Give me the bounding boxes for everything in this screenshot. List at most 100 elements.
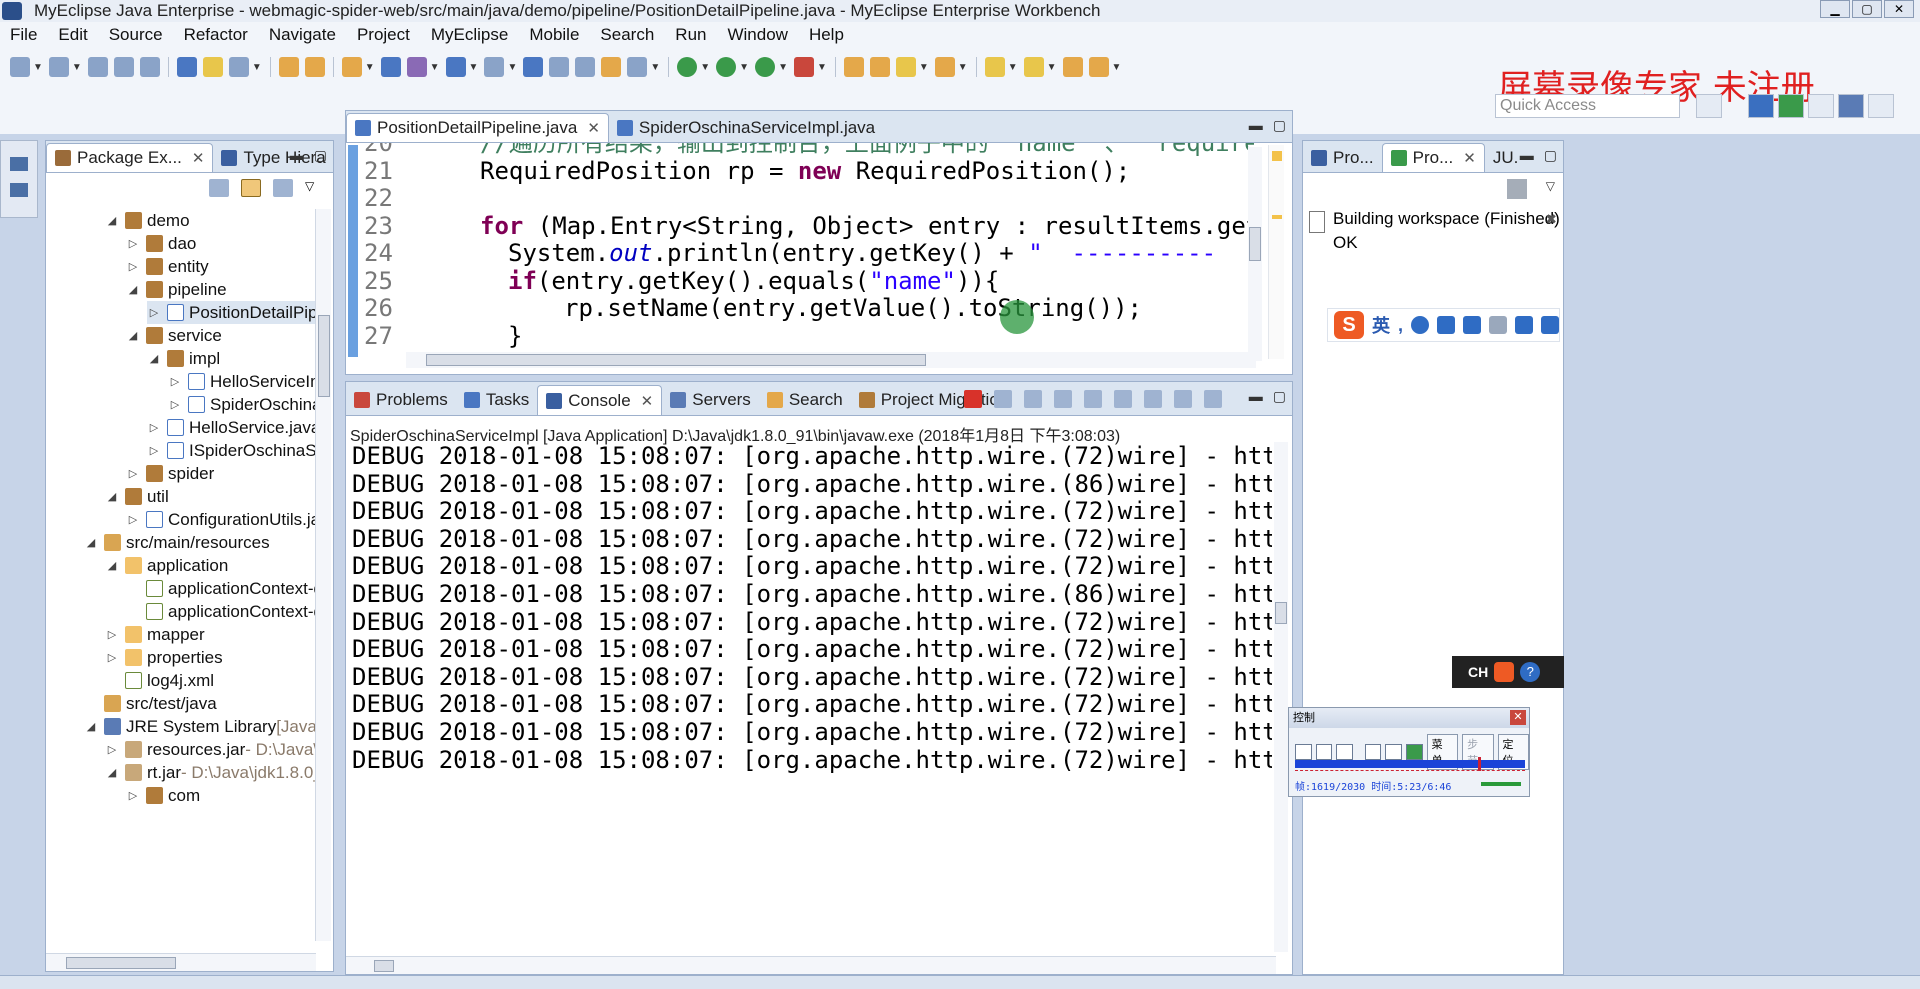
new-project-dropdown-icon[interactable]: ▼ — [72, 62, 82, 73]
expanded-arrow-icon[interactable]: ◢ — [147, 352, 161, 365]
web-service-dropdown-icon[interactable]: ▼ — [430, 62, 440, 73]
tree-item[interactable]: ◢ src/main/resources — [84, 531, 270, 554]
debug-icon[interactable] — [677, 57, 698, 77]
close-icon[interactable]: ✕ — [1463, 149, 1476, 167]
ime-mode-label[interactable]: 英 — [1372, 312, 1390, 338]
quick-access-input[interactable]: Quick Access — [1495, 94, 1680, 118]
menu-run[interactable]: Run — [665, 25, 717, 45]
play-icon[interactable] — [1295, 744, 1312, 760]
tree-item[interactable]: ▷ HelloService.java — [147, 416, 316, 439]
close-icon[interactable]: ✕ — [192, 149, 205, 167]
last-edit-location-icon[interactable] — [1062, 57, 1083, 77]
query-icon[interactable] — [445, 57, 466, 77]
expanded-arrow-icon[interactable]: ◢ — [105, 214, 119, 227]
web-service-icon[interactable] — [406, 57, 427, 77]
collapsed-arrow-icon[interactable]: ▷ — [126, 467, 140, 480]
editor-horizontal-scrollbar[interactable] — [406, 352, 1256, 368]
emoji-icon[interactable] — [1411, 316, 1430, 334]
globe-icon[interactable] — [523, 57, 544, 77]
search-files-icon[interactable] — [934, 57, 955, 77]
volume-slider[interactable] — [1481, 782, 1521, 786]
view-menu-icon[interactable]: ▽ — [305, 179, 325, 197]
collapsed-arrow-icon[interactable]: ▷ — [126, 237, 140, 250]
remove-all-terminated-icon[interactable] — [1024, 390, 1042, 408]
tree-item[interactable]: ▷ SpiderOschinaS — [168, 393, 316, 416]
tab-spider-oschina-service-impl[interactable]: SpiderOschinaServiceImpl.java — [609, 113, 883, 142]
toggle-mark-occurrences-icon[interactable] — [202, 57, 223, 77]
database-dropdown-icon[interactable]: ▼ — [507, 62, 517, 73]
editor-vertical-scrollbar[interactable] — [1248, 147, 1262, 361]
fullscreen-icon[interactable] — [1364, 744, 1382, 760]
tab-tasks[interactable]: Tasks — [456, 385, 537, 415]
microphone-icon[interactable] — [1437, 316, 1456, 334]
open-task-dropdown-icon[interactable]: ▼ — [919, 62, 929, 73]
previous-annotation-dropdown-icon[interactable]: ▼ — [1047, 62, 1057, 73]
coverage-icon[interactable] — [755, 57, 776, 77]
tree-item[interactable]: ◢ util — [105, 485, 169, 508]
query-dropdown-icon[interactable]: ▼ — [469, 62, 479, 73]
recorder-progress-knob[interactable] — [1478, 757, 1482, 771]
tree-item[interactable]: ▷ properties — [105, 646, 223, 669]
maximize-view-icon[interactable]: ▢ — [314, 147, 327, 164]
tab-progress[interactable]: Pro... ✕ — [1381, 143, 1485, 172]
back-dropdown-icon[interactable]: ▼ — [1112, 62, 1122, 73]
scroll-lock-icon[interactable] — [1084, 390, 1102, 408]
tree-item[interactable]: ◢ application — [105, 554, 229, 577]
scrollbar-thumb[interactable] — [426, 354, 926, 366]
deploy-icon[interactable] — [341, 57, 362, 77]
tree-item[interactable]: log4j.xml — [105, 669, 214, 692]
tree-item[interactable]: ◢ rt.jar - D:\Java\jdk1.8.0_91 — [105, 761, 316, 784]
scrollbar-thumb[interactable] — [1275, 602, 1287, 624]
external-tools-icon[interactable] — [793, 57, 814, 77]
menu-file[interactable]: File — [0, 25, 48, 45]
pin-console-icon[interactable] — [1144, 390, 1162, 408]
close-icon[interactable]: ✕ — [587, 119, 600, 137]
expanded-arrow-icon[interactable]: ◢ — [84, 536, 98, 549]
next-icon[interactable] — [1336, 744, 1353, 760]
open-console-icon[interactable] — [1204, 390, 1222, 408]
package-tree-vertical-scrollbar[interactable] — [315, 209, 331, 941]
warning-marker-icon[interactable] — [1272, 151, 1282, 161]
menu-search[interactable]: Search — [590, 25, 665, 45]
tab-search[interactable]: Search — [759, 385, 851, 415]
tree-item[interactable]: ▷ ConfigurationUtils.java — [126, 508, 316, 531]
image-icon[interactable] — [627, 57, 648, 77]
scrollbar-thumb[interactable] — [66, 957, 176, 969]
open-folder-icon[interactable] — [843, 57, 864, 77]
previous-annotation-icon[interactable] — [1023, 57, 1044, 77]
close-window-button[interactable]: ✕ — [1884, 0, 1914, 18]
java-perspective-icon[interactable] — [1748, 94, 1774, 118]
collapsed-arrow-icon[interactable]: ▷ — [126, 789, 140, 802]
terminate-icon[interactable] — [964, 390, 982, 408]
console-horizontal-scrollbar[interactable] — [346, 956, 1276, 974]
scrollbar-thumb[interactable] — [374, 960, 394, 972]
occurrence-marker-icon[interactable] — [1272, 215, 1282, 219]
open-task-icon[interactable] — [895, 57, 916, 77]
menu-project[interactable]: Project — [347, 25, 421, 45]
code-area[interactable]: 20 //遍历所有结果，输出到控制台，上面例子中的 "name" 、 "requ… — [364, 143, 1254, 361]
tree-item[interactable]: ▷ dao — [126, 232, 197, 255]
view-menu-icon[interactable]: ▽ — [1546, 179, 1555, 193]
restore-icon[interactable] — [10, 157, 28, 171]
user-icon[interactable] — [1489, 316, 1508, 334]
menu-window[interactable]: Window — [717, 25, 798, 45]
report-icon[interactable] — [549, 57, 570, 77]
debug-perspective-icon[interactable] — [1778, 94, 1804, 118]
menu-edit[interactable]: Edit — [48, 25, 98, 45]
minimize-window-button[interactable]: ▁ — [1820, 0, 1850, 18]
expanded-arrow-icon[interactable]: ◢ — [126, 283, 140, 296]
remove-launch-icon[interactable] — [994, 390, 1012, 408]
tree-item[interactable]: ▷ entity — [126, 255, 209, 278]
tree-item[interactable]: applicationContext-dat — [126, 577, 316, 600]
menu-myeclipse[interactable]: MyEclipse — [421, 25, 519, 45]
collapsed-arrow-icon[interactable]: ▷ — [126, 260, 140, 273]
close-icon[interactable]: ✕ — [641, 392, 654, 410]
database-perspective-icon[interactable] — [1808, 94, 1834, 118]
tree-item[interactable]: ◢ impl — [147, 347, 220, 370]
console-output[interactable]: DEBUG 2018-01-08 15:08:07: [org.apache.h… — [352, 442, 1272, 954]
keyboard-icon[interactable] — [1463, 316, 1482, 334]
console-vertical-scrollbar[interactable] — [1274, 442, 1288, 952]
tree-item[interactable]: ◢ JRE System Library [JavaSE-1 — [84, 715, 316, 738]
collapsed-arrow-icon[interactable]: ▷ — [147, 444, 161, 457]
tab-package-explorer[interactable]: Package Ex... ✕ — [46, 143, 214, 172]
